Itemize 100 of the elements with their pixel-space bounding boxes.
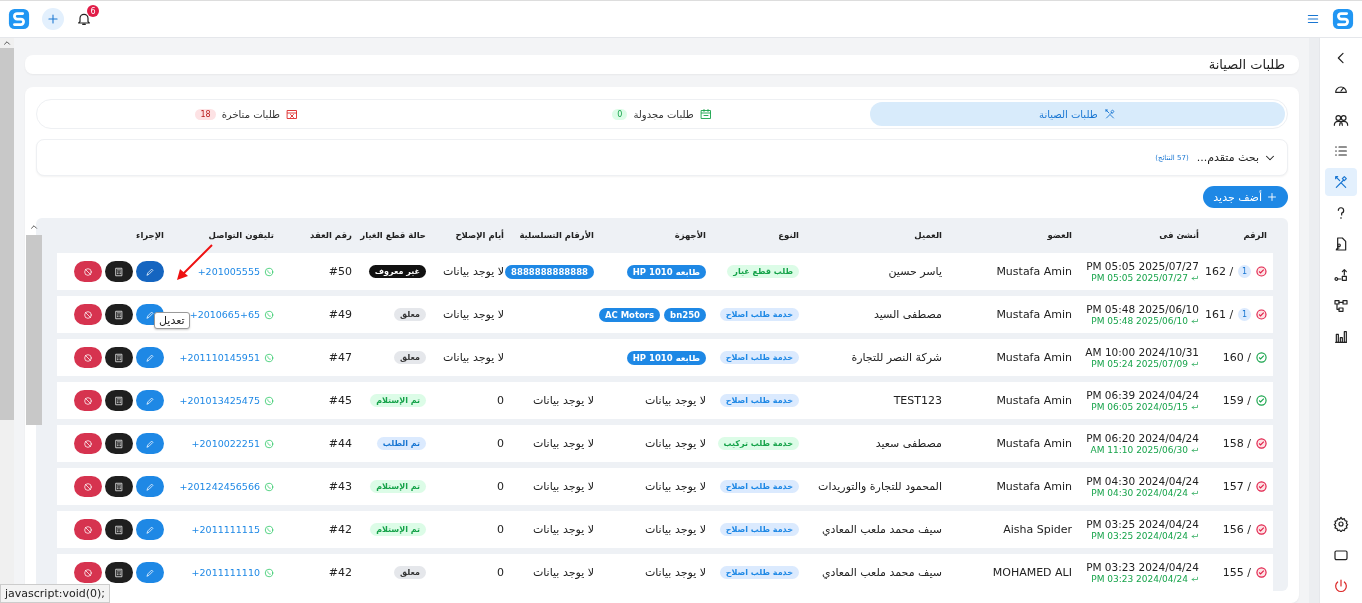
table-cell: لا يوجد بيانات [442,351,504,364]
contract-number: #42 [328,523,352,536]
edit-button[interactable] [136,476,164,497]
contract-number: #50 [328,265,352,278]
edit-button[interactable] [136,390,164,411]
contract-number: #42 [328,566,352,579]
updated-date: PM 05:48 2025/06/10 [1091,316,1188,326]
phone-link[interactable]: +2010022251 [191,438,260,449]
cancel-button[interactable] [74,476,102,497]
cancel-button[interactable] [74,562,102,583]
phone-link[interactable]: +201242456566 [179,481,260,492]
pencil-icon [145,481,155,492]
calculator-button[interactable] [105,390,133,411]
column-header[interactable]: حالة قطع الغيار [358,230,432,240]
edit-button[interactable] [136,261,164,282]
column-header[interactable]: الأجهزة [600,230,712,240]
phone-link[interactable]: +201110145951 [179,352,260,363]
cancel-button[interactable] [74,519,102,540]
tab[interactable]: طلبات الصيانة [869,102,1285,126]
ban-icon [83,309,93,320]
settings-icon [1333,516,1349,532]
client-name: سيف محمد ملعب المعادي [821,566,942,579]
phone-link[interactable]: +2010665+65 [189,309,260,320]
phone-link[interactable]: +201005555 [197,266,260,277]
member-name: Mustafa Amin [996,394,1072,407]
table-cell: لا يوجد بيانات [442,265,504,278]
column-header[interactable]: تليفون التواصل [170,230,280,240]
cancel-button[interactable] [74,390,102,411]
column-header[interactable]: النوع [712,230,805,240]
column-header[interactable]: الأرقام التسلسلية [510,230,600,240]
logo-icon[interactable] [1332,8,1354,30]
edit-button[interactable] [136,347,164,368]
column-header[interactable]: أنشئ فى [1078,230,1205,240]
column-header[interactable]: الرقم [1205,230,1273,240]
calculator-icon [114,524,124,535]
scrollbar-thumb[interactable] [0,48,14,420]
request-number: 161 / [1205,308,1234,321]
created-date: PM 03:25 2024/04/24 [1086,518,1199,530]
users-icon [1333,112,1349,128]
table-cell: 0 [497,394,504,407]
column-header[interactable]: العضو [948,230,1078,240]
cancel-button[interactable] [74,304,102,325]
client-name: TEST123 [893,394,942,407]
tools-icon [1333,174,1349,190]
column-header[interactable]: رقم العقد [280,230,358,240]
device-pill: طابعه HP 1010 [626,264,706,279]
device-pill: طابعه HP 1010 [626,350,706,365]
cancel-button[interactable] [74,433,102,454]
logo-icon[interactable] [8,8,30,30]
list-icon [1333,143,1349,159]
calculator-icon [114,481,124,492]
edit-button[interactable] [136,562,164,583]
updated-date: PM 05:24 2025/07/09 [1091,359,1188,369]
table-cell: لا يوجد بيانات [532,394,594,407]
calculator-button[interactable] [105,562,133,583]
column-header[interactable]: الإجراء [57,230,170,240]
whatsapp-icon [264,524,274,535]
cancel-button[interactable] [74,261,102,282]
edit-button[interactable] [136,433,164,454]
phone-link[interactable]: +2011111115 [191,524,260,535]
client-name: ياسر حسين [888,265,942,278]
column-header[interactable]: العميل [805,230,948,240]
pencil-icon [145,567,155,578]
table-cell: 0 [497,566,504,579]
calculator-button[interactable] [105,519,133,540]
column-header[interactable]: أيام الإصلاح [432,230,510,240]
whatsapp-icon [264,438,274,449]
cancel-button[interactable] [74,347,102,368]
return-arrow-icon [1190,273,1199,283]
type-tag: خدمة طلب اصلاح [719,394,799,407]
count-badge: 0 [612,108,628,120]
ban-icon [83,395,93,406]
whatsapp-icon [264,567,274,578]
calculator-button[interactable] [105,261,133,282]
calculator-button[interactable] [105,433,133,454]
calculator-icon [114,309,124,320]
menu-icon [1306,12,1320,26]
plus-icon [1266,191,1278,203]
table-cell: لا يوجد بيانات [532,523,594,536]
advanced-search-toggle[interactable]: بحث متقدم... [1196,150,1277,165]
phone-link[interactable]: +201013425475 [179,395,260,406]
updated-date: PM 03:25 2024/04/24 [1091,531,1188,541]
calculator-button[interactable] [105,347,133,368]
status-tag: معلق [394,308,426,321]
created-date: PM 04:30 2024/04/24 [1086,475,1199,487]
bell-icon [76,11,92,27]
calendar-cross-icon [285,108,298,120]
calculator-button[interactable] [105,476,133,497]
status-tag: تم الإستلام [370,394,426,407]
add-new-button[interactable]: أضف جديد [1203,186,1288,208]
edit-button[interactable] [136,519,164,540]
scrollbar-thumb[interactable] [26,235,42,425]
caret-up-icon [2,38,12,48]
table-cell: لا يوجد بيانات [644,566,706,579]
updated-date: PM 06:05 2024/05/15 [1091,402,1188,412]
calculator-button[interactable] [105,304,133,325]
type-tag: خدمة طلب تركيب [717,437,799,450]
pencil-icon [145,524,155,535]
contract-number: #47 [328,351,352,364]
phone-link[interactable]: +2011111110 [191,567,260,578]
